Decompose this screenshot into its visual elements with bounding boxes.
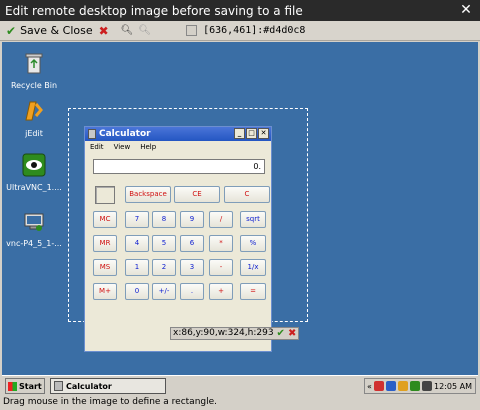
calc-4-button: 4 [125,235,149,252]
recycle-bin-icon [25,53,43,74]
cancel-selection-icon[interactable]: ✖ [288,328,296,339]
calc-sqrt-button: sqrt [240,211,266,228]
calc-1-button: 1 [125,259,149,276]
confirm-selection-icon[interactable]: ✔ [277,328,285,339]
tray-clock: 12:05 AM [434,381,472,391]
menu-view: View [113,143,131,151]
calc-decimal-button: . [180,283,204,300]
close-icon: ✕ [258,128,269,139]
calc-6-button: 6 [180,235,204,252]
window-title: Edit remote desktop image before saving … [5,3,303,18]
checkmark-icon: ✔ [6,23,17,38]
calc-c-button: C [224,186,270,203]
jedit-icon [25,101,43,121]
calc-5-button: 5 [152,235,176,252]
tray-vnc-icon [409,381,420,391]
calculator-display: 0. [93,159,265,174]
calculator-window-controls: _ □ ✕ [234,128,269,139]
status-bar: Drag mouse in the image to define a rect… [0,396,480,410]
calculator-titlebar: Calculator _ □ ✕ [85,127,271,141]
calc-2-button: 2 [152,259,176,276]
desktop-icon-ultravnc[interactable]: UltraVNC_1.... [3,152,65,192]
calculator-menubar: Edit View Help [85,141,271,153]
calculator-icon [88,129,96,139]
calc-8-button: 8 [152,211,176,228]
taskbar-item-label: Calculator [66,381,112,391]
calc-mc-button: MC [93,211,117,228]
save-close-label: Save & Close [20,24,93,37]
calc-percent-button: % [240,235,266,252]
color-swatch [186,25,198,36]
calc-0-button: 0 [125,283,149,300]
close-icon[interactable]: ✕ [458,2,474,18]
maximize-icon: □ [246,128,257,139]
tray-network-icon [385,381,396,391]
desktop-icon-recycle-bin[interactable]: Recycle Bin [3,50,65,90]
desktop-icon-label: Recycle Bin [10,81,58,90]
windows-logo-icon [8,381,17,391]
calc-equals-button: = [240,283,266,300]
calculator-title: Calculator [99,129,151,139]
minimize-icon: _ [234,128,245,139]
calc-add-button: + [209,283,233,300]
calculator-icon [54,381,63,391]
start-label: Start [19,381,42,391]
menu-help: Help [140,143,157,151]
desktop-icon-vnc-installer[interactable]: vnc-P4_5_1-... [3,208,65,248]
calc-multiply-button: * [209,235,233,252]
window-titlebar: Edit remote desktop image before saving … [0,0,480,21]
desktop-icon-label: vnc-P4_5_1-... [6,239,62,248]
calculator-window: Calculator _ □ ✕ Edit View Help 0. Backs… [84,126,272,352]
calc-mr-button: MR [93,235,117,252]
installer-icon [24,213,44,231]
pixel-readout: [636,461]:#d4d0c8 [203,25,306,36]
calc-backspace-button: Backspace [125,186,171,203]
system-tray: « 12:05 AM [364,378,476,394]
calc-mplus-button: M+ [93,283,117,300]
memory-indicator [95,186,115,204]
eye-icon [22,153,46,177]
remote-desktop-image[interactable]: Recycle Bin jEdit UltraVNC_1.... vnc-P4_… [2,42,478,395]
desktop-icon-label: UltraVNC_1.... [6,183,62,192]
taskbar-item-calculator: Calculator [50,378,166,394]
start-button: Start [5,378,45,394]
cancel-button[interactable]: ✖ [99,24,109,38]
save-close-button[interactable]: ✔ Save & Close [0,22,95,40]
menu-edit: Edit [90,143,104,151]
calc-7-button: 7 [125,211,149,228]
desktop-icon-label: jEdit [25,129,43,138]
zoom-in-icon[interactable]: 🔍︎ [121,25,134,36]
selection-readout: x:86,y:90,w:324,h:293 ✔ ✖ [170,327,300,340]
remote-taskbar: Start Calculator « 12:05 AM [2,375,478,395]
tray-security-icon [397,381,408,391]
calc-3-button: 3 [180,259,204,276]
calc-subtract-button: - [209,259,233,276]
calc-ce-button: CE [174,186,220,203]
calc-divide-button: / [209,211,233,228]
calc-9-button: 9 [180,211,204,228]
calc-reciprocal-button: 1/x [240,259,266,276]
desktop-icon-jedit[interactable]: jEdit [3,98,65,138]
calc-sign-button: +/- [152,283,176,300]
tray-volume-icon [421,381,432,391]
calc-ms-button: MS [93,259,117,276]
tray-expand-icon: « [367,381,372,391]
selection-coordinates: x:86,y:90,w:324,h:293 [173,328,274,338]
toolbar: ✔ Save & Close ✖ 🔍︎ 🔍︎ [636,461]:#d4d0c8 [0,21,480,41]
tray-app-icon [373,381,384,391]
zoom-out-icon[interactable]: 🔍︎ [138,25,151,36]
